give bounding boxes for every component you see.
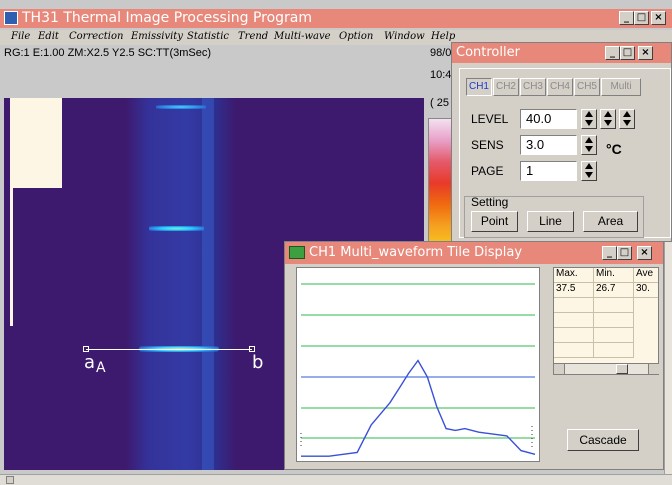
- setting-label: Setting: [471, 195, 509, 209]
- hot-spot-top: [156, 105, 206, 109]
- status-date: 98/0: [430, 47, 452, 59]
- white-marker-line: [10, 188, 13, 326]
- stats-empty-row: [554, 298, 594, 313]
- waveform-chart: [300, 283, 536, 457]
- page-input[interactable]: 1: [520, 161, 577, 181]
- waveform-maximize-button[interactable]: □: [617, 246, 632, 260]
- stats-empty-row: [594, 328, 634, 343]
- cascade-button[interactable]: Cascade: [567, 429, 639, 451]
- waveform-window-icon: [289, 246, 305, 259]
- waveform-title-bar: CH1 Multi_waveform Tile Display _ □ ×: [285, 242, 663, 264]
- cream-overlay: [10, 98, 62, 188]
- marker-a-label-upper: A: [96, 360, 106, 376]
- area-button[interactable]: Area: [583, 211, 638, 232]
- scroll-left-arrow[interactable]: [6, 476, 14, 484]
- stats-empty-row: [554, 328, 594, 343]
- waveform-minimize-button[interactable]: _: [602, 246, 617, 260]
- color-scale-bar: [428, 118, 452, 248]
- controller-title-bar: Controller _ □ ×: [452, 43, 671, 63]
- stats-header-max: Max.: [554, 268, 594, 283]
- tab-multi[interactable]: Multi: [601, 78, 641, 96]
- menu-help[interactable]: Help: [431, 31, 455, 42]
- sample-column: [126, 98, 236, 470]
- tab-ch3[interactable]: CH3: [520, 78, 546, 96]
- status-line: RG:1 E:1.00 ZM:X2.5 Y2.5 SC:TT(3mSec): [4, 47, 212, 59]
- tab-ch1[interactable]: CH1: [466, 78, 492, 96]
- main-vertical-scrollbar[interactable]: [664, 242, 672, 474]
- tab-ch4[interactable]: CH4: [547, 78, 573, 96]
- menu-correction[interactable]: Correction: [69, 31, 123, 42]
- stats-value-max: 37.5: [554, 283, 594, 298]
- waveform-title: CH1 Multi_waveform Tile Display: [309, 245, 523, 260]
- unit-celsius: °C: [606, 141, 622, 157]
- controller-minimize-button[interactable]: _: [605, 46, 620, 60]
- menu-window[interactable]: Window: [384, 31, 425, 42]
- sens-input[interactable]: 3.0: [520, 135, 577, 155]
- page-label: PAGE: [471, 164, 504, 178]
- stats-table: Max. Min. Ave 37.5 26.7 30.: [553, 267, 659, 367]
- stats-empty-row: [594, 298, 634, 313]
- stats-empty-row: [594, 313, 634, 328]
- menu-option[interactable]: Option: [339, 31, 373, 42]
- point-button[interactable]: Point: [471, 211, 518, 232]
- page-spin[interactable]: [581, 161, 597, 181]
- marker-b-label: b: [252, 352, 264, 373]
- stats-horizontal-scrollbar[interactable]: [553, 363, 659, 375]
- menu-multi-wave[interactable]: Multi-wave: [274, 31, 331, 42]
- controller-close-button[interactable]: ×: [638, 46, 653, 60]
- marker-a-label: a: [84, 352, 96, 373]
- stats-value-ave: 30.: [634, 283, 658, 298]
- menu-edit[interactable]: Edit: [38, 31, 59, 42]
- stats-empty-row: [594, 343, 634, 358]
- menu-trend[interactable]: Trend: [238, 31, 268, 42]
- stats-empty-row: [554, 343, 594, 358]
- controller-maximize-button[interactable]: □: [620, 46, 635, 60]
- minimize-button[interactable]: _: [619, 11, 634, 25]
- main-window-title: TH31 Thermal Image Processing Program: [22, 10, 313, 26]
- controller-title: Controller: [456, 45, 520, 60]
- level-input[interactable]: 40.0: [520, 109, 577, 129]
- level-spin-2[interactable]: [600, 109, 616, 129]
- hot-spot-middle: [149, 226, 204, 231]
- status-range: ( 25: [430, 97, 449, 109]
- stats-header-ave: Ave: [634, 268, 658, 283]
- stats-scroll-thumb[interactable]: [616, 364, 628, 374]
- sens-spin[interactable]: [581, 135, 597, 155]
- waveform-close-button[interactable]: ×: [637, 246, 652, 260]
- stats-value-min: 26.7: [594, 283, 634, 298]
- status-time: 10:4: [430, 69, 452, 81]
- main-horizontal-scrollbar[interactable]: [0, 474, 672, 485]
- sample-column-edge: [202, 98, 214, 470]
- tab-ch5[interactable]: CH5: [574, 78, 600, 96]
- maximize-button[interactable]: □: [634, 11, 649, 25]
- level-spin-1[interactable]: [581, 109, 597, 129]
- stats-scroll-left[interactable]: [554, 364, 565, 374]
- menu-file[interactable]: File: [11, 31, 30, 42]
- level-label: LEVEL: [471, 112, 509, 126]
- sens-label: SENS: [471, 138, 504, 152]
- tab-ch2[interactable]: CH2: [493, 78, 519, 96]
- main-title-bar: TH31 Thermal Image Processing Program _ …: [0, 9, 672, 28]
- app-icon: [4, 11, 18, 25]
- menu-statistic[interactable]: Statistic: [187, 31, 229, 42]
- menu-emissivity[interactable]: Emissivity: [131, 31, 183, 42]
- stats-empty-row: [554, 313, 594, 328]
- measurement-line[interactable]: [86, 349, 252, 350]
- waveform-chart-area: [296, 267, 540, 462]
- level-spin-3[interactable]: [619, 109, 635, 129]
- stats-header-min: Min.: [594, 268, 634, 283]
- line-button[interactable]: Line: [527, 211, 574, 232]
- stats-scroll-right[interactable]: [648, 364, 659, 374]
- close-button[interactable]: ×: [651, 11, 666, 25]
